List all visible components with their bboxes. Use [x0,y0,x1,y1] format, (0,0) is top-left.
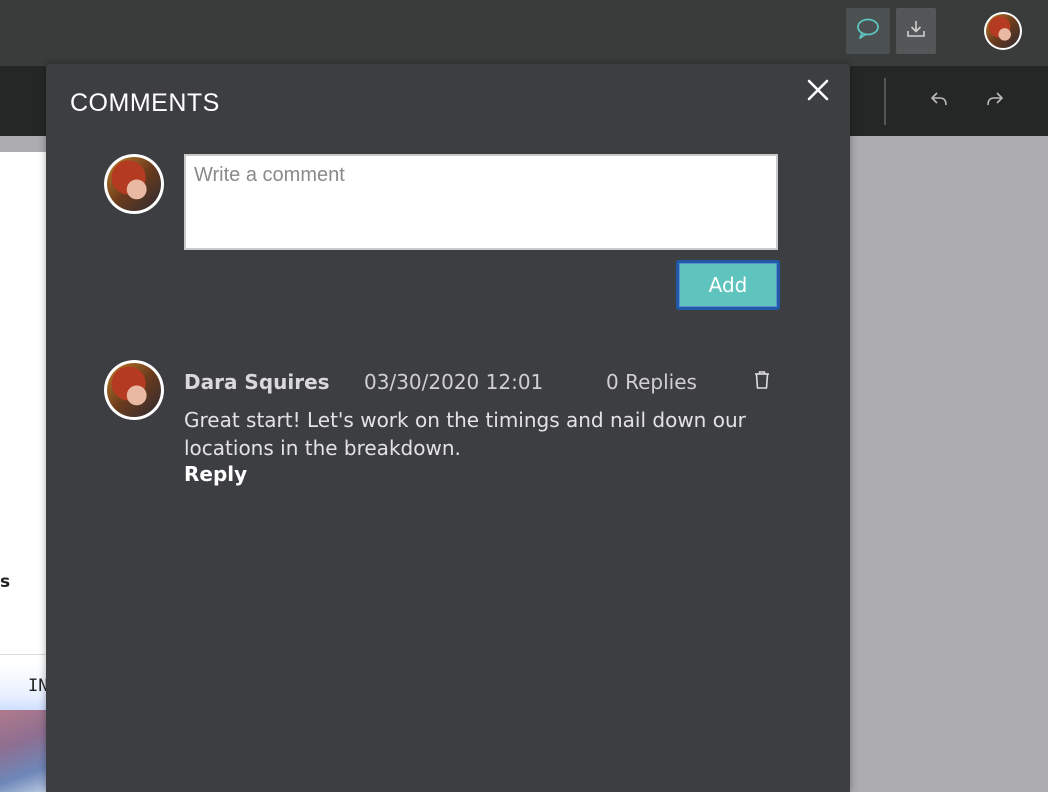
comments-panel: COMMENTS Add Dara Squires 03/30/2020 12:… [46,64,850,792]
undo-icon [929,90,949,112]
trash-icon [753,370,771,394]
delete-comment-button[interactable] [750,370,774,394]
document-image [0,710,46,792]
current-user-avatar [104,154,164,214]
add-comment-button[interactable]: Add [676,260,780,310]
user-avatar[interactable] [984,12,1022,50]
redo-button[interactable] [982,90,1008,112]
comments-toggle-button[interactable] [846,8,890,54]
document-text-fragment: s [0,572,11,592]
panel-title: COMMENTS [70,89,220,117]
close-button[interactable] [804,78,832,106]
comment-author-avatar [104,360,164,420]
close-icon [807,79,829,105]
comment-replies-count[interactable]: 0 Replies [606,370,697,394]
document-divider [0,654,46,655]
comment-input[interactable] [184,154,778,250]
toolbar-divider [884,78,886,125]
comment-author: Dara Squires [184,370,330,394]
download-button[interactable] [896,8,936,54]
reply-link[interactable]: Reply [184,462,247,486]
top-app-bar [0,0,1048,66]
redo-icon [985,90,1005,112]
comment-timestamp: 03/30/2020 12:01 [364,370,544,394]
undo-button[interactable] [926,90,952,112]
download-icon [905,18,927,44]
comment-body: Great start! Let's work on the timings a… [184,408,746,460]
speech-bubble-icon [855,17,881,45]
